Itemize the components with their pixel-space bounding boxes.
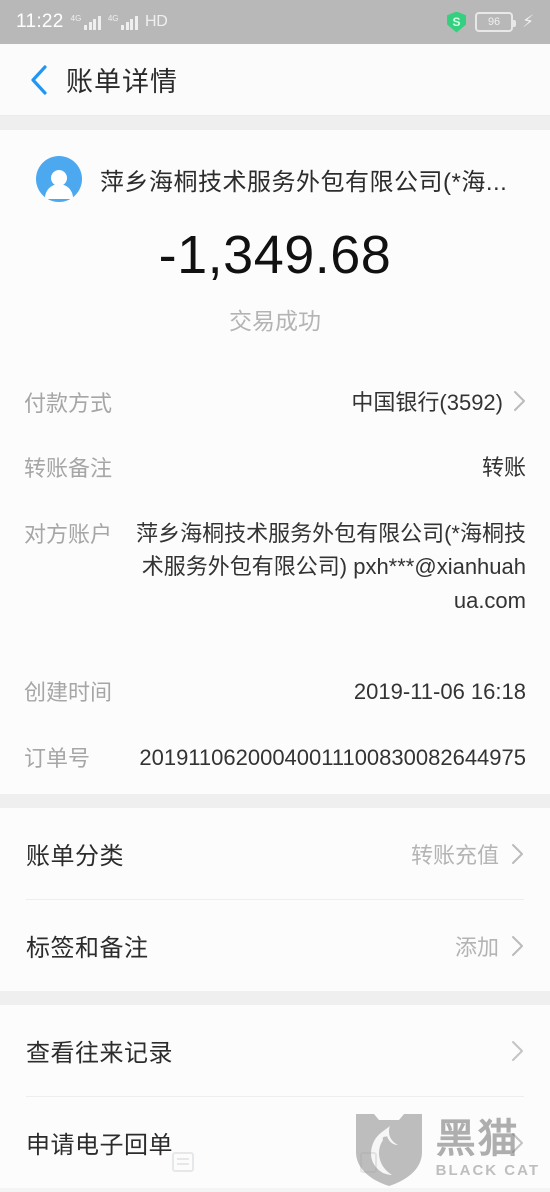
battery-icon: 96 (475, 12, 517, 32)
settings-label: 标签和备注 (26, 935, 149, 963)
settings-label: 账单分类 (26, 843, 124, 871)
detail-value: 2019-11-06 16:18 (353, 679, 526, 705)
signal-label-2-icon: 4G (107, 13, 119, 23)
shield-icon: S (447, 11, 467, 33)
detail-row-counterparty: 对方账户 萍乡海桐技术服务外包有限公司(*海桐技术服务外包有限公司) pxh**… (24, 501, 526, 633)
page-header: 账单详情 (0, 44, 550, 116)
chevron-left-icon (31, 64, 47, 95)
home-square-icon[interactable] (353, 1147, 383, 1177)
battery-level: 96 (487, 16, 501, 28)
action-label: 查看往来记录 (26, 1040, 173, 1068)
status-bar: 11:22 4G 4G HD S 96 ⚡ (0, 0, 550, 44)
amount-value: -1,349.68 (158, 225, 392, 285)
merchant-name: 萍乡海桐技术服务外包有限公司(*海... (100, 168, 508, 196)
chevron-right-icon[interactable] (513, 386, 526, 416)
signal-bars-2-icon (121, 15, 138, 30)
status-bar-right: S 96 ⚡ (447, 11, 534, 33)
section-gap (0, 116, 550, 130)
settings-value: 转账充值 (410, 842, 499, 868)
section-gap (0, 991, 550, 1006)
detail-label: 对方账户 (24, 521, 113, 547)
avatar (36, 156, 82, 202)
transaction-status: 交易成功 (229, 308, 321, 334)
detail-rows: 付款方式 中国银行(3592) 转账备注 转账 对方账户 萍乡海桐技术服务外包有… (0, 370, 550, 794)
settings-value: 添加 (454, 934, 499, 960)
detail-value: 萍乡海桐技术服务外包有限公司(*海桐技术服务外包有限公司) pxh***@xia… (136, 520, 526, 613)
row-spacer (24, 633, 526, 659)
status-bar-left: 11:22 4G 4G HD (16, 11, 168, 33)
settings-card: 账单分类 转账充值 标签和备注 添加 (0, 808, 550, 992)
detail-row-order-number: 订单号 20191106200040011100830082644975 (24, 725, 526, 790)
detail-label: 创建时间 (24, 680, 113, 706)
user-avatar-icon (36, 156, 82, 202)
chevron-right-icon[interactable] (511, 1040, 524, 1062)
settings-right: 转账充值 (411, 838, 524, 870)
detail-value: 转账 (481, 455, 526, 481)
phone-screen: 11:22 4G 4G HD S 96 ⚡ 账单详情 萍乡海桐技术服务外包有限公… (0, 0, 550, 1192)
hd-voice-label: HD (144, 13, 168, 30)
charging-bolt-icon: ⚡ (522, 12, 534, 31)
section-gap (0, 794, 550, 809)
detail-label: 订单号 (24, 745, 91, 771)
detail-row-payment-method[interactable]: 付款方式 中国银行(3592) (24, 370, 526, 435)
back-button[interactable] (22, 63, 56, 97)
detail-value: 中国银行(3592) (351, 390, 503, 415)
summary-card: 萍乡海桐技术服务外包有限公司(*海... -1,349.68 交易成功 付款方式… (0, 130, 550, 795)
settings-row-bill-category[interactable]: 账单分类 转账充值 (0, 808, 550, 899)
chevron-right-icon[interactable] (511, 843, 524, 865)
android-nav-bar (0, 1132, 550, 1192)
action-right (511, 1040, 524, 1062)
status-time: 11:22 (16, 11, 64, 32)
detail-label: 转账备注 (24, 456, 113, 482)
detail-label: 付款方式 (24, 391, 113, 416)
recents-icon[interactable] (168, 1147, 198, 1177)
merchant-row: 萍乡海桐技术服务外包有限公司(*海... (0, 130, 550, 202)
action-row-view-records[interactable]: 查看往来记录 (0, 1005, 550, 1096)
detail-row-created-time: 创建时间 2019-11-06 16:18 (24, 659, 526, 724)
page-title: 账单详情 (66, 67, 178, 97)
detail-row-transfer-note: 转账备注 转账 (24, 435, 526, 500)
detail-value: 20191106200040011100830082644975 (139, 744, 526, 770)
signal-bars-icon (84, 15, 101, 30)
signal-label-icon: 4G (70, 13, 82, 23)
settings-row-tags-notes[interactable]: 标签和备注 添加 (0, 900, 550, 991)
chevron-right-icon[interactable] (511, 935, 524, 957)
settings-right: 添加 (455, 930, 524, 962)
